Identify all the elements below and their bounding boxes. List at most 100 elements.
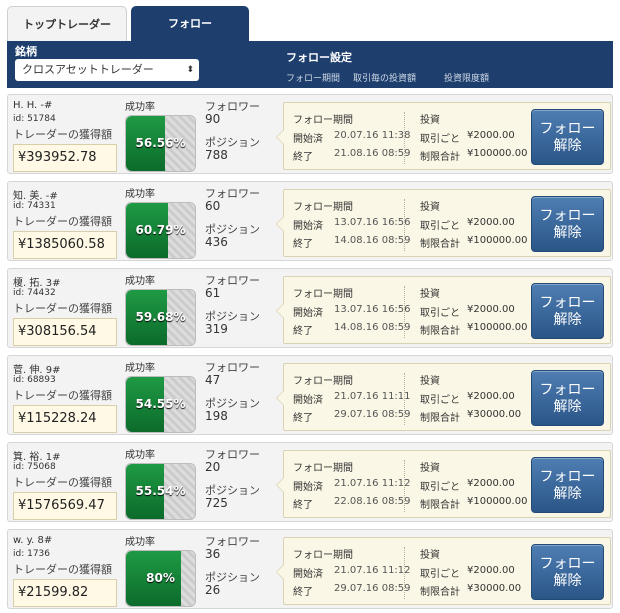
success-rate-value: 60.79% <box>135 223 186 237</box>
success-rate-bar: 56.56% <box>125 115 196 172</box>
panel-divider <box>404 286 405 338</box>
trader-name[interactable]: 箕. 裕. 1# <box>13 448 60 463</box>
end-label: 終了 <box>293 152 313 163</box>
end-label: 終了 <box>293 413 313 424</box>
followers-value: 61 <box>205 286 221 300</box>
panel-divider <box>404 373 405 425</box>
end-date: 14.08.16 08:59 <box>334 235 411 246</box>
trader-type-select-value: クロスアセットトレーダー <box>22 63 154 76</box>
panel-divider <box>404 112 405 164</box>
symbol-label: 銘柄 <box>15 45 37 58</box>
limit-label: 制限合計 <box>420 152 460 163</box>
start-label: 開始済 <box>293 569 323 580</box>
unfollow-button[interactable]: フォロー 解除 <box>531 109 604 165</box>
follow-period-label: フォロー期間 <box>293 376 353 387</box>
panel-pointer <box>276 477 284 493</box>
success-rate-bar: 55.54% <box>125 463 196 520</box>
unfollow-button[interactable]: フォロー 解除 <box>531 370 604 426</box>
trader-id: id: 51784 <box>13 114 56 124</box>
col-invest-limit: 投資限度額 <box>444 74 490 84</box>
list-header: 銘柄 クロスアセットトレーダー ⬍ フォロー設定 フォロー期間 取引毎の投資額 … <box>7 41 613 88</box>
trader-name[interactable]: 知. 美. -# <box>13 187 58 202</box>
unfollow-button[interactable]: フォロー 解除 <box>531 544 604 600</box>
end-date: 21.08.16 08:59 <box>334 148 411 159</box>
trader-id: id: 1736 <box>13 549 51 559</box>
investment-label: 投資 <box>420 202 440 213</box>
trader-name[interactable]: w. y. 8# <box>13 535 52 546</box>
success-rate-label: 成功率 <box>125 189 155 200</box>
follow-settings-panel: フォロー期間 開始済 21.07.16 11:12 終了 29.07.16 08… <box>276 537 611 605</box>
success-rate-label: 成功率 <box>125 450 155 461</box>
start-date: 20.07.16 11:38 <box>334 130 411 141</box>
per-trade-label: 取引ごと <box>420 134 460 145</box>
follow-settings-panel: フォロー期間 開始済 20.07.16 11:38 終了 21.08.16 08… <box>276 102 611 170</box>
trader-row: H. H. -# id: 51784 トレーダーの獲得額 ¥393952.78 … <box>7 94 613 174</box>
panel-pointer <box>276 390 284 406</box>
success-rate-bar: 60.79% <box>125 202 196 259</box>
limit-value: ¥100000.00 <box>467 496 528 507</box>
panel-pointer <box>276 303 284 319</box>
trader-name[interactable]: H. H. -# <box>13 100 52 111</box>
start-date: 21.07.16 11:12 <box>334 478 411 489</box>
success-rate-bar: 54.55% <box>125 376 196 433</box>
trader-row: 榎. 拓. 3# id: 74432 トレーダーの獲得額 ¥308156.54 … <box>7 268 613 348</box>
earnings-value: ¥308156.54 <box>13 318 117 346</box>
trader-name[interactable]: 菅. 伸. 9# <box>13 361 60 376</box>
per-trade-value: ¥2000.00 <box>467 391 515 402</box>
col-follow-period: フォロー期間 <box>286 74 341 84</box>
followers-value: 47 <box>205 373 221 387</box>
unfollow-label-line1: フォロー <box>539 382 596 398</box>
unfollow-button[interactable]: フォロー 解除 <box>531 457 604 513</box>
trader-id: id: 75068 <box>13 462 56 472</box>
select-caret-icon: ⬍ <box>186 65 194 75</box>
tab-follow[interactable]: フォロー <box>131 6 249 41</box>
limit-label: 制限合計 <box>420 326 460 337</box>
investment-label: 投資 <box>420 376 440 387</box>
start-date: 21.07.16 11:12 <box>334 565 411 576</box>
end-date: 29.07.16 08:59 <box>334 409 411 420</box>
trader-type-select[interactable]: クロスアセットトレーダー ⬍ <box>15 59 199 81</box>
limit-label: 制限合計 <box>420 587 460 598</box>
panel-pointer <box>276 129 284 145</box>
followers-value: 36 <box>205 547 221 561</box>
follow-period-label: フォロー期間 <box>293 289 353 300</box>
per-trade-label: 取引ごと <box>420 221 460 232</box>
unfollow-label-line2: 解除 <box>553 312 582 328</box>
positions-value: 198 <box>205 409 228 423</box>
limit-label: 制限合計 <box>420 239 460 250</box>
trader-row: w. y. 8# id: 1736 トレーダーの獲得額 ¥21599.82 成功… <box>7 529 613 609</box>
success-rate-value: 54.55% <box>135 397 186 411</box>
follow-settings-panel: フォロー期間 開始済 21.07.16 11:11 終了 29.07.16 08… <box>276 363 611 431</box>
unfollow-label-line2: 解除 <box>553 486 582 502</box>
earnings-label: トレーダーの獲得額 <box>13 389 112 402</box>
limit-label: 制限合計 <box>420 413 460 424</box>
start-date: 21.07.16 11:11 <box>334 391 411 402</box>
success-rate-label: 成功率 <box>125 363 155 374</box>
panel-divider <box>404 547 405 599</box>
start-label: 開始済 <box>293 395 323 406</box>
limit-value: ¥100000.00 <box>467 235 528 246</box>
unfollow-button[interactable]: フォロー 解除 <box>531 283 604 339</box>
followers-value: 60 <box>205 199 221 213</box>
per-trade-value: ¥2000.00 <box>467 304 515 315</box>
positions-value: 319 <box>205 322 228 336</box>
end-label: 終了 <box>293 326 313 337</box>
end-label: 終了 <box>293 500 313 511</box>
success-rate-value: 59.68% <box>135 310 186 324</box>
follow-period-label: フォロー期間 <box>293 202 353 213</box>
end-date: 22.08.16 08:59 <box>334 496 411 507</box>
investment-label: 投資 <box>420 550 440 561</box>
start-date: 13.07.16 16:56 <box>334 304 411 315</box>
trader-id: id: 68893 <box>13 375 56 385</box>
success-rate-label: 成功率 <box>125 537 155 548</box>
trader-name[interactable]: 榎. 拓. 3# <box>13 274 60 289</box>
unfollow-button[interactable]: フォロー 解除 <box>531 196 604 252</box>
tab-top-traders[interactable]: トップトレーダー <box>7 6 127 41</box>
earnings-label: トレーダーの獲得額 <box>13 476 112 489</box>
start-label: 開始済 <box>293 221 323 232</box>
start-label: 開始済 <box>293 308 323 319</box>
earnings-label: トレーダーの獲得額 <box>13 563 112 576</box>
earnings-label: トレーダーの獲得額 <box>13 215 112 228</box>
investment-label: 投資 <box>420 115 440 126</box>
limit-value: ¥30000.00 <box>467 583 522 594</box>
